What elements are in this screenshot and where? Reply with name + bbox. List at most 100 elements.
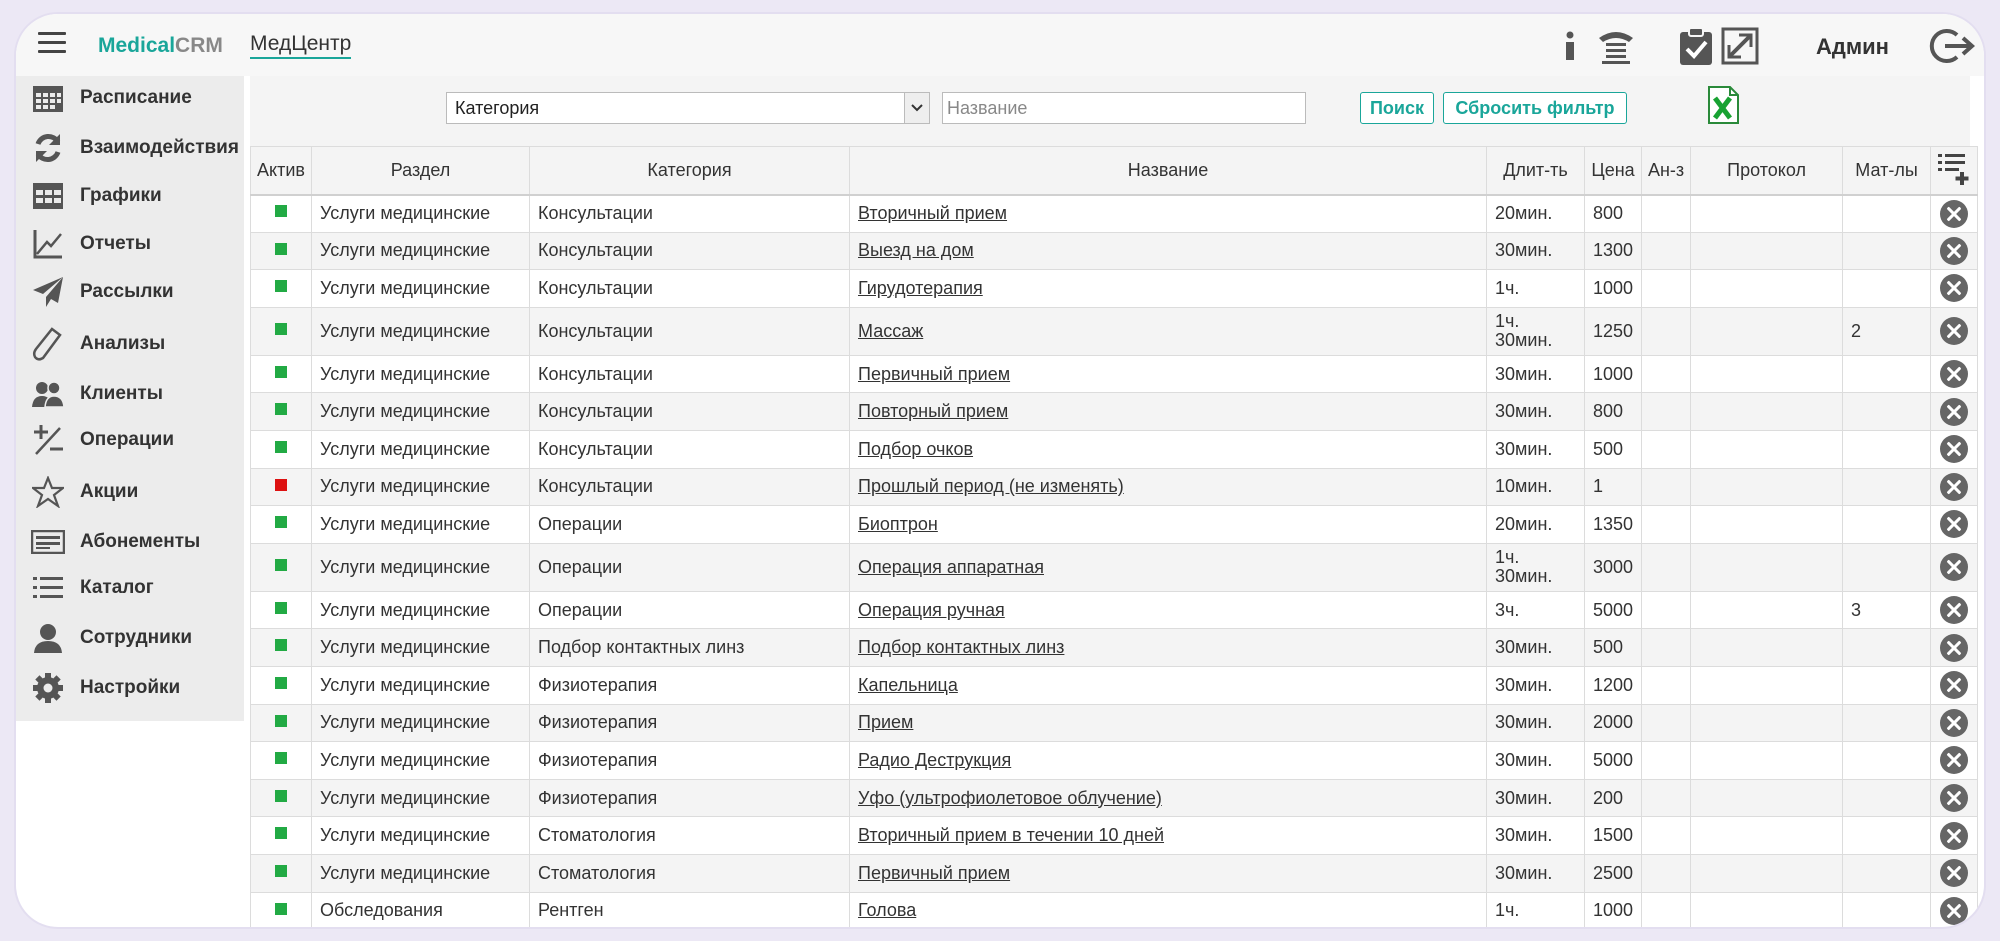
sidebar-item-interactions[interactable]: Взаимодействия bbox=[16, 128, 244, 168]
delete-icon[interactable] bbox=[1940, 859, 1969, 888]
delete-icon[interactable] bbox=[1940, 821, 1969, 850]
service-name-link[interactable]: Выезд на дом bbox=[858, 240, 974, 260]
service-name-link[interactable]: Повторный прием bbox=[858, 401, 1008, 421]
service-name-link[interactable]: Гирудотерапия bbox=[858, 278, 983, 298]
delete-icon[interactable] bbox=[1940, 708, 1969, 737]
delete-icon[interactable] bbox=[1940, 199, 1969, 228]
delete-icon[interactable] bbox=[1940, 397, 1969, 426]
service-name-link[interactable]: Массаж bbox=[858, 321, 923, 341]
reset-filter-button[interactable]: Сбросить фильтр bbox=[1443, 92, 1627, 124]
sidebar-item-schedule[interactable]: Расписание bbox=[16, 78, 244, 118]
user-name[interactable]: Админ bbox=[1816, 34, 1889, 60]
delete-icon[interactable] bbox=[1940, 274, 1969, 303]
table-row[interactable]: Обследования Рентген Голова 1ч. 1000 bbox=[250, 891, 1979, 927]
service-name-link[interactable]: Первичный прием bbox=[858, 863, 1010, 883]
table-row[interactable]: Услуги медицинские Подбор контактных линз… bbox=[250, 628, 1979, 667]
menu-icon[interactable] bbox=[38, 32, 66, 54]
delete-icon[interactable] bbox=[1940, 236, 1969, 265]
col-category[interactable]: Категория bbox=[529, 146, 850, 196]
app-logo[interactable]: MedicalCRM bbox=[98, 34, 223, 58]
col-analyses[interactable]: Ан-з bbox=[1641, 146, 1692, 196]
service-name-link[interactable]: Первичный прием bbox=[858, 364, 1010, 384]
delete-icon[interactable] bbox=[1940, 896, 1969, 925]
delete-icon[interactable] bbox=[1940, 671, 1969, 700]
delete-icon[interactable] bbox=[1940, 553, 1969, 582]
duration-cell: 30мин. bbox=[1486, 354, 1585, 394]
service-name-link[interactable]: Биоптрон bbox=[858, 514, 938, 534]
delete-icon[interactable] bbox=[1940, 633, 1969, 662]
delete-cell bbox=[1930, 231, 1979, 271]
service-name-link[interactable]: Подбор контактных линз bbox=[858, 637, 1064, 657]
service-name-link[interactable]: Вторичный прием в течении 10 дней bbox=[858, 825, 1164, 845]
service-name-link[interactable]: Операция ручная bbox=[858, 600, 1005, 620]
sidebar-item-analyses[interactable]: Анализы bbox=[16, 324, 244, 364]
service-name-link[interactable]: Радио Деструкция bbox=[858, 750, 1011, 770]
category-select[interactable]: Категория bbox=[446, 92, 930, 124]
service-name-link[interactable]: Подбор очков bbox=[858, 439, 973, 459]
add-column-icon[interactable] bbox=[1930, 146, 1979, 196]
service-name-link[interactable]: Капельница bbox=[858, 675, 958, 695]
logout-icon[interactable] bbox=[1924, 26, 1976, 66]
col-section[interactable]: Раздел bbox=[311, 146, 530, 196]
table-row[interactable]: Услуги медицинские Физиотерапия Прием 30мин… bbox=[250, 703, 1979, 743]
delete-icon[interactable] bbox=[1940, 596, 1969, 625]
service-name-link[interactable]: Вторичный прием bbox=[858, 203, 1007, 223]
table-row[interactable]: Услуги медицинские Физиотерапия Радио Дест… bbox=[250, 741, 1979, 780]
table-row[interactable]: Услуги медицинские Консультации Гирудотера… bbox=[250, 269, 1979, 308]
sidebar-item-settings[interactable]: Настройки bbox=[16, 668, 244, 708]
table-row[interactable]: Услуги медицинские Операции Операция аппар… bbox=[250, 542, 1979, 592]
table-row[interactable]: Услуги медицинские Консультации Прошлый пе… bbox=[250, 467, 1979, 507]
service-name-link[interactable]: Операция аппаратная bbox=[858, 557, 1044, 577]
service-name-link[interactable]: Голова bbox=[858, 900, 916, 920]
sidebar-item-clients[interactable]: Клиенты bbox=[16, 374, 244, 414]
sidebar-item-catalog[interactable]: Каталог bbox=[16, 568, 244, 608]
delete-icon[interactable] bbox=[1940, 746, 1969, 775]
delete-icon[interactable] bbox=[1940, 784, 1969, 813]
delete-icon[interactable] bbox=[1940, 472, 1969, 501]
phone-icon[interactable] bbox=[1596, 26, 1636, 66]
table-row[interactable]: Услуги медицинские Консультации Первичный … bbox=[250, 354, 1979, 394]
service-name-link[interactable]: Прошлый период (не изменять) bbox=[858, 476, 1124, 496]
search-button[interactable]: Поиск bbox=[1360, 92, 1434, 124]
table-row[interactable]: Услуги медицинские Физиотерапия Капельница… bbox=[250, 665, 1979, 705]
delete-icon[interactable] bbox=[1940, 360, 1969, 389]
sidebar-item-subscriptions[interactable]: Абонементы bbox=[16, 522, 244, 562]
table-row[interactable]: Услуги медицинские Консультации Массаж 1ч. 3… bbox=[250, 306, 1979, 356]
sidebar-item-promotions[interactable]: Акции bbox=[16, 472, 244, 512]
delete-icon[interactable] bbox=[1940, 510, 1969, 539]
sidebar-item-reports[interactable]: Отчеты bbox=[16, 224, 244, 264]
col-duration[interactable]: Длит-ть bbox=[1486, 146, 1585, 196]
info-icon[interactable] bbox=[1550, 26, 1590, 66]
table-row[interactable]: Услуги медицинские Операции Биоптрон 20мин.… bbox=[250, 505, 1979, 544]
col-active[interactable]: Актив bbox=[250, 146, 312, 196]
materials-cell bbox=[1842, 853, 1932, 893]
expand-icon[interactable] bbox=[1720, 26, 1760, 66]
col-name[interactable]: Название bbox=[849, 146, 1487, 196]
col-price[interactable]: Цена bbox=[1583, 146, 1643, 196]
clipboard-check-icon[interactable] bbox=[1676, 26, 1716, 66]
clinic-link[interactable]: МедЦентр bbox=[250, 32, 352, 59]
delete-icon[interactable] bbox=[1940, 435, 1969, 464]
table-row[interactable]: Услуги медицинские Консультации Подбор очк… bbox=[250, 429, 1979, 469]
delete-icon[interactable] bbox=[1940, 317, 1969, 346]
sidebar-item-mailings[interactable]: Рассылки bbox=[16, 272, 244, 312]
table-row[interactable]: Услуги медицинские Операции Операция ручна… bbox=[250, 590, 1979, 630]
table-row[interactable]: Услуги медицинские Стоматология Первичный … bbox=[250, 853, 1979, 893]
name-search-input[interactable] bbox=[942, 92, 1306, 124]
excel-export-icon[interactable] bbox=[1706, 86, 1740, 124]
sidebar-item-charts[interactable]: Графики bbox=[16, 176, 244, 216]
table-row[interactable]: Услуги медицинские Консультации Вторичный … bbox=[250, 194, 1979, 233]
chevron-down-icon[interactable] bbox=[904, 93, 929, 123]
duration-value: 30мин. bbox=[1495, 363, 1553, 384]
service-name-link[interactable]: Уфо (ультрофиолетовое облучение) bbox=[858, 788, 1162, 808]
table-row[interactable]: Услуги медицинские Консультации Выезд на д… bbox=[250, 231, 1979, 271]
service-name-link[interactable]: Прием bbox=[858, 712, 913, 732]
sidebar-item-staff[interactable]: Сотрудники bbox=[16, 618, 244, 658]
sidebar-item-operations[interactable]: Операции bbox=[16, 420, 244, 460]
name-cell: Операция ручная bbox=[849, 590, 1487, 630]
col-protocol[interactable]: Протокол bbox=[1690, 146, 1844, 196]
table-row[interactable]: Услуги медицинские Консультации Повторный … bbox=[250, 392, 1979, 431]
col-materials[interactable]: Мат-лы bbox=[1842, 146, 1932, 196]
table-row[interactable]: Услуги медицинские Физиотерапия Уфо (ультр… bbox=[250, 778, 1979, 818]
table-row[interactable]: Услуги медицинские Стоматология Вторичный … bbox=[250, 816, 1979, 855]
